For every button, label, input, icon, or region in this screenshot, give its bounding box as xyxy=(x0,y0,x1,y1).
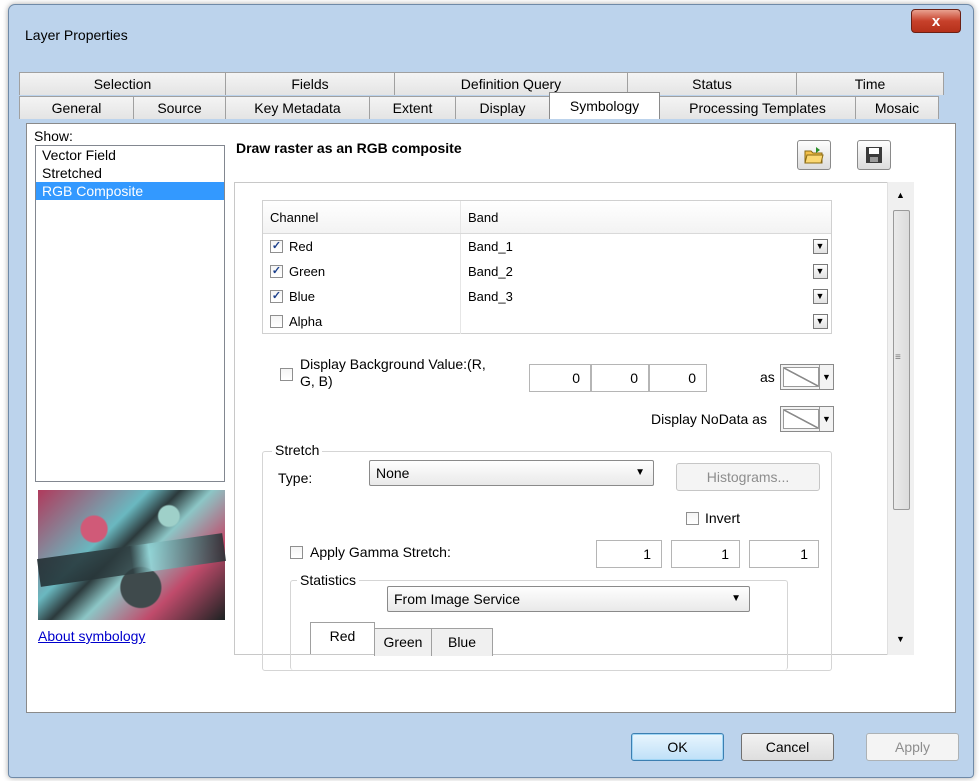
subtab-red[interactable]: Red xyxy=(310,622,375,654)
channel-column-header: Channel xyxy=(263,201,461,233)
channel-label: Blue xyxy=(289,289,316,304)
band-cell[interactable] xyxy=(461,309,809,334)
stretch-group-label: Stretch xyxy=(272,442,323,458)
save-disk-icon xyxy=(866,147,882,163)
channel-label: Green xyxy=(289,264,326,279)
tab-symbology[interactable]: Symbology xyxy=(549,92,660,119)
subtab-blue[interactable]: Blue xyxy=(431,628,493,656)
vertical-scrollbar[interactable]: ▲ ≡ ▼ xyxy=(887,182,914,655)
background-r-input[interactable]: 0 xyxy=(529,364,591,392)
background-color-picker[interactable]: ▼ xyxy=(780,364,834,390)
ok-button[interactable]: OK xyxy=(631,733,724,761)
chevron-down-icon[interactable]: ▼ xyxy=(812,314,828,329)
gamma-stretch-label: Apply Gamma Stretch: xyxy=(310,544,451,560)
background-b-input[interactable]: 0 xyxy=(649,364,707,392)
tab-processing-templates[interactable]: Processing Templates xyxy=(659,96,856,119)
background-label-line2: G, B) xyxy=(300,373,333,389)
chevron-down-icon: ▼ xyxy=(731,593,741,604)
grid-header: Channel Band xyxy=(263,201,831,234)
scroll-up-icon[interactable]: ▲ xyxy=(896,190,905,200)
display-background-label: Display Background Value:(R, G, B) xyxy=(300,356,486,390)
display-background-checkbox[interactable] xyxy=(280,368,293,381)
chevron-down-icon[interactable]: ▼ xyxy=(812,264,828,279)
gamma-stretch-checkbox[interactable] xyxy=(290,546,303,559)
chevron-down-icon: ▼ xyxy=(635,467,645,478)
tab-key-metadata[interactable]: Key Metadata xyxy=(225,96,370,119)
list-item-vector-field[interactable]: Vector Field xyxy=(36,146,224,164)
tab-fields[interactable]: Fields xyxy=(225,72,395,95)
channel-label: Red xyxy=(289,239,313,254)
band-cell[interactable]: Band_3 xyxy=(461,284,809,309)
channel-label: Alpha xyxy=(289,314,323,329)
gamma-r-input[interactable]: 1 xyxy=(596,540,662,568)
tab-display[interactable]: Display xyxy=(455,96,550,119)
as-label: as xyxy=(760,369,775,385)
background-label-line1: Display Background Value:(R, xyxy=(300,356,486,372)
chevron-down-icon[interactable]: ▼ xyxy=(812,239,828,254)
panel-heading: Draw raster as an RGB composite xyxy=(236,140,462,156)
tab-general[interactable]: General xyxy=(19,96,134,119)
window-title: Layer Properties xyxy=(25,27,128,43)
tab-time[interactable]: Time xyxy=(796,72,944,95)
open-layer-button[interactable] xyxy=(797,140,831,170)
background-g-input[interactable]: 0 xyxy=(591,364,649,392)
band-cell[interactable]: Band_1 xyxy=(461,234,809,259)
invert-label: Invert xyxy=(705,510,741,526)
gamma-b-input[interactable]: 1 xyxy=(749,540,819,568)
histograms-button[interactable]: Histograms... xyxy=(676,463,820,491)
statistics-select[interactable]: From Image Service ▼ xyxy=(387,586,750,612)
chevron-down-icon[interactable]: ▼ xyxy=(812,289,828,304)
channel-band-grid: Channel Band ✓ Red Band_1 ▼ ✓ Green Band_2… xyxy=(262,200,832,334)
invert-checkbox[interactable] xyxy=(686,512,699,525)
band-cell[interactable]: Band_2 xyxy=(461,259,809,284)
close-icon: x xyxy=(931,12,941,30)
about-symbology-link[interactable]: About symbology xyxy=(38,628,145,644)
close-button[interactable]: x xyxy=(911,9,961,33)
nodata-color-picker[interactable]: ▼ xyxy=(780,406,834,432)
green-checkbox[interactable]: ✓ xyxy=(270,265,283,278)
chevron-down-icon: ▼ xyxy=(819,407,833,431)
tab-row-bottom: General Source Key Metadata Extent Displ… xyxy=(19,92,939,119)
table-row: ✓ Red Band_1 ▼ xyxy=(263,234,831,259)
show-label: Show: xyxy=(34,128,73,144)
subtab-green[interactable]: Green xyxy=(374,628,432,656)
list-item-rgb-composite[interactable]: RGB Composite xyxy=(36,182,224,200)
stretch-type-label: Type: xyxy=(278,470,313,486)
tab-selection[interactable]: Selection xyxy=(19,72,226,95)
cancel-button[interactable]: Cancel xyxy=(741,733,834,761)
blue-checkbox[interactable]: ✓ xyxy=(270,290,283,303)
symbology-preview-image xyxy=(36,490,227,620)
nodata-label: Display NoData as xyxy=(651,411,767,427)
statistics-value: From Image Service xyxy=(394,591,521,607)
alpha-checkbox[interactable] xyxy=(270,315,283,328)
show-listbox[interactable]: Vector Field Stretched RGB Composite xyxy=(35,145,225,482)
chevron-down-icon: ▼ xyxy=(819,365,833,389)
table-row: ✓ Blue Band_3 ▼ xyxy=(263,284,831,309)
stretch-type-select[interactable]: None ▼ xyxy=(369,460,654,486)
list-item-stretched[interactable]: Stretched xyxy=(36,164,224,182)
no-color-swatch-icon xyxy=(783,367,819,387)
tab-source[interactable]: Source xyxy=(133,96,226,119)
band-column-header: Band xyxy=(468,209,499,225)
table-row: Alpha ▼ xyxy=(263,309,831,334)
no-color-swatch-icon xyxy=(783,409,819,429)
statistics-group-label: Statistics xyxy=(297,572,360,588)
tab-row-top: Selection Fields Definition Query Status… xyxy=(19,72,944,95)
stretch-type-value: None xyxy=(376,465,410,481)
gamma-g-input[interactable]: 1 xyxy=(671,540,740,568)
scroll-down-icon[interactable]: ▼ xyxy=(896,634,905,644)
table-row: ✓ Green Band_2 ▼ xyxy=(263,259,831,284)
open-folder-icon xyxy=(804,147,824,164)
tab-mosaic[interactable]: Mosaic xyxy=(855,96,939,119)
grip-icon: ≡ xyxy=(895,352,901,363)
save-layer-button[interactable] xyxy=(857,140,891,170)
apply-button[interactable]: Apply xyxy=(866,733,959,761)
tab-extent[interactable]: Extent xyxy=(369,96,456,119)
red-checkbox[interactable]: ✓ xyxy=(270,240,283,253)
